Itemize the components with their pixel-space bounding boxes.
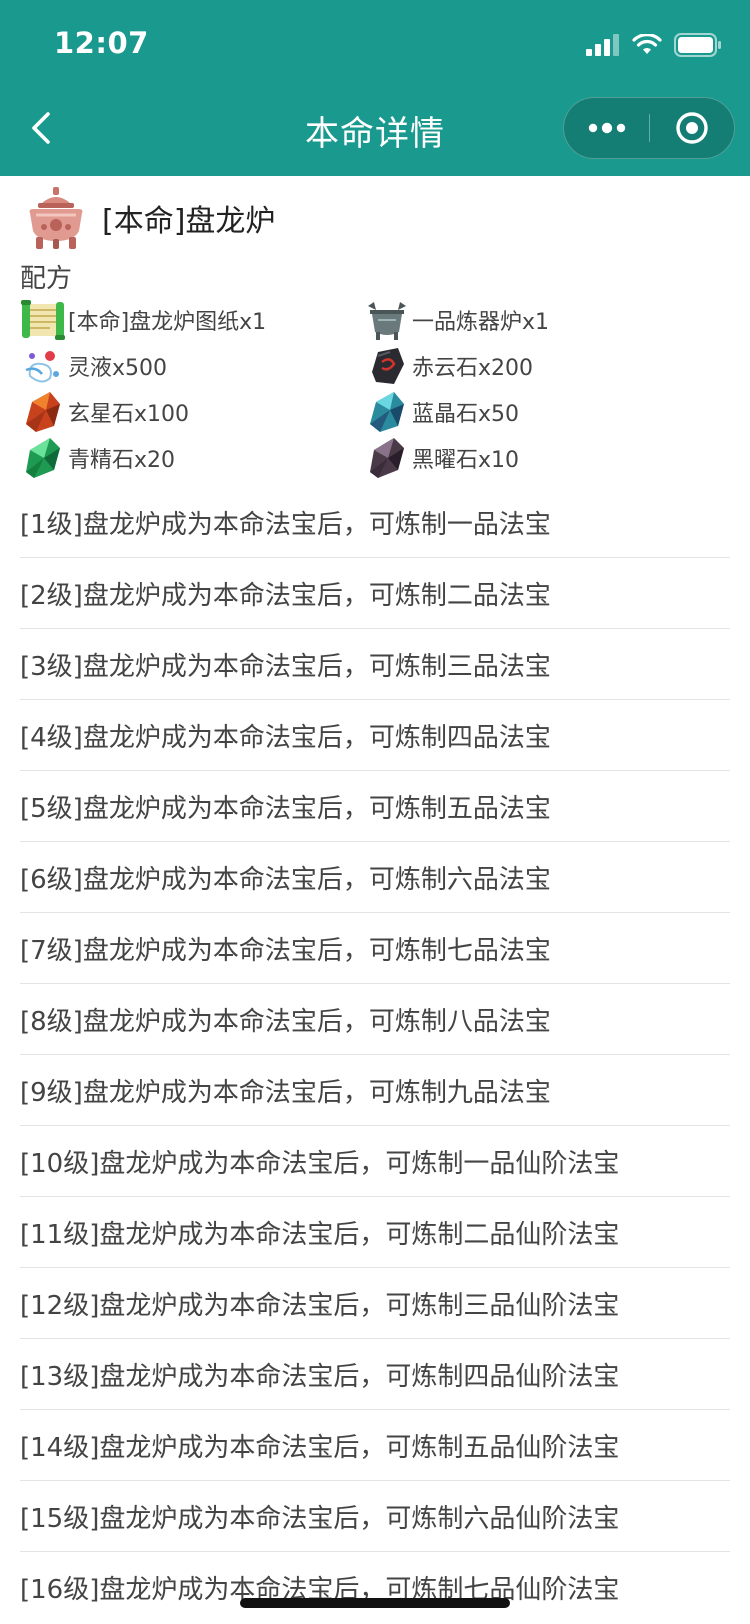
scroll-icon: [21, 300, 65, 340]
more-dots-icon: [588, 122, 626, 134]
mini-program-capsule: [563, 97, 735, 159]
ingredient-label: 蓝晶石x50: [412, 402, 520, 427]
ingredient-spirit-liquid[interactable]: 灵液x500: [20, 344, 167, 388]
target-circle-icon: [676, 112, 708, 144]
item-name: [本命]盘龙炉: [102, 204, 276, 239]
ingredient-label: 青精石x20: [68, 448, 176, 473]
level-row: [9级]盘龙炉成为本命法宝后，可炼制九品法宝: [20, 1055, 730, 1126]
ingredient-label: 赤云石x200: [412, 356, 534, 381]
level-row: [5级]盘龙炉成为本命法宝后，可炼制五品法宝: [20, 771, 730, 842]
level-row: [4级]盘龙炉成为本命法宝后，可炼制四品法宝: [20, 700, 730, 771]
wifi-icon: [632, 34, 662, 54]
spirit-liquid-icon: [25, 351, 59, 383]
level-row: [10级]盘龙炉成为本命法宝后，可炼制一品仙阶法宝: [20, 1126, 730, 1197]
close-miniprogram-button[interactable]: [650, 98, 734, 158]
status-time: 12:07: [54, 26, 149, 60]
level-list: [1级]盘龙炉成为本命法宝后，可炼制一品法宝 [2级]盘龙炉成为本命法宝后，可炼…: [20, 487, 730, 1623]
level-row: [2级]盘龙炉成为本命法宝后，可炼制二品法宝: [20, 558, 730, 629]
ingredient-red-cloud-stone[interactable]: 赤云石x200: [364, 344, 533, 388]
ingredient-dark-star-stone[interactable]: 玄星石x100: [20, 390, 189, 434]
item-header: [本命]盘龙炉: [24, 185, 275, 251]
ingredient-obsidian[interactable]: 黑曜石x10: [364, 436, 519, 480]
green-essence-stone-icon: [26, 438, 60, 478]
dark-star-stone-icon: [26, 392, 60, 432]
battery-icon: [674, 33, 721, 57]
level-row: [15级]盘龙炉成为本命法宝后，可炼制六品仙阶法宝: [20, 1481, 730, 1552]
status-icons: [586, 32, 722, 58]
recipe-label: 配方: [20, 264, 73, 294]
level-row: [16级]盘龙炉成为本命法宝后，可炼制七品仙阶法宝: [20, 1575, 620, 1605]
cauldron-icon: [368, 302, 406, 340]
level-row: [12级]盘龙炉成为本命法宝后，可炼制三品仙阶法宝: [20, 1268, 730, 1339]
ingredient-label: 玄星石x100: [68, 402, 190, 427]
home-indicator: [240, 1598, 510, 1608]
ingredient-label: 一品炼器炉x1: [412, 310, 550, 335]
app-header: 12:07 本命详情: [0, 0, 750, 176]
cauldron-item-icon: [29, 187, 83, 249]
red-cloud-stone-icon: [372, 348, 404, 384]
level-row: [6级]盘龙炉成为本命法宝后，可炼制六品法宝: [20, 842, 730, 913]
level-row: [3级]盘龙炉成为本命法宝后，可炼制三品法宝: [20, 629, 730, 700]
obsidian-icon: [370, 438, 404, 478]
level-row: [11级]盘龙炉成为本命法宝后，可炼制二品仙阶法宝: [20, 1197, 730, 1268]
ingredient-blueprint[interactable]: [本命]盘龙炉图纸x1: [20, 298, 266, 342]
ingredient-blue-crystal[interactable]: 蓝晶石x50: [364, 390, 519, 434]
level-row: [1级]盘龙炉成为本命法宝后，可炼制一品法宝: [20, 487, 730, 558]
ingredient-label: [本命]盘龙炉图纸x1: [68, 310, 267, 335]
ingredient-green-essence-stone[interactable]: 青精石x20: [20, 436, 175, 480]
blue-crystal-icon: [370, 392, 404, 432]
signal-icon: [586, 34, 619, 56]
ingredient-label: 黑曜石x10: [412, 448, 520, 473]
more-button[interactable]: [564, 98, 650, 158]
level-row: [7级]盘龙炉成为本命法宝后，可炼制七品法宝: [20, 913, 730, 984]
ingredient-label: 灵液x500: [68, 356, 168, 381]
ingredient-cauldron[interactable]: 一品炼器炉x1: [364, 298, 549, 342]
level-row: [8级]盘龙炉成为本命法宝后，可炼制八品法宝: [20, 984, 730, 1055]
level-row: [13级]盘龙炉成为本命法宝后，可炼制四品仙阶法宝: [20, 1339, 730, 1410]
level-row: [14级]盘龙炉成为本命法宝后，可炼制五品仙阶法宝: [20, 1410, 730, 1481]
